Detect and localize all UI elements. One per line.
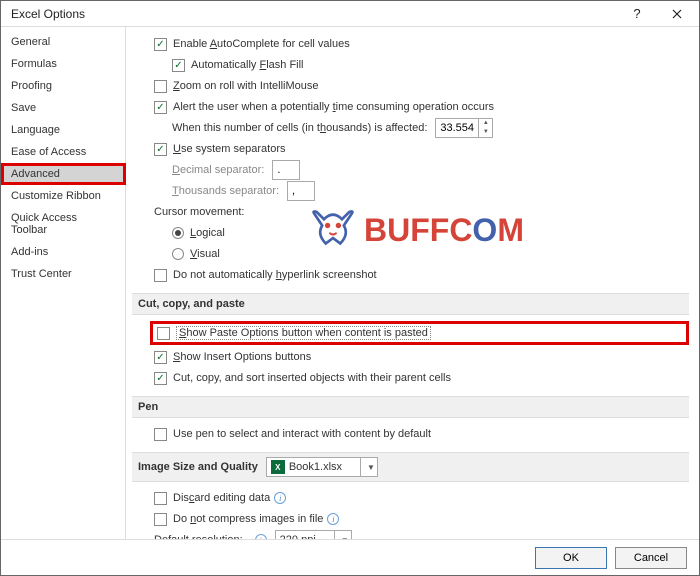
autocomplete-checkbox[interactable]: [154, 38, 167, 51]
sidebar-item-formulas[interactable]: Formulas: [1, 53, 125, 75]
ok-button[interactable]: OK: [535, 547, 607, 569]
spin-up-icon[interactable]: ▲: [479, 119, 492, 128]
sidebar-item-general[interactable]: General: [1, 31, 125, 53]
opt-autocomplete: Enable AutoComplete for cell values: [136, 34, 689, 54]
dialog-body: General Formulas Proofing Save Language …: [1, 27, 699, 539]
opt-discard-editing: Discard editing data i: [136, 488, 689, 508]
info-icon[interactable]: i: [255, 534, 267, 539]
default-resolution-combo[interactable]: 220 ppi ▼: [275, 530, 352, 539]
sys-separators-checkbox[interactable]: [154, 143, 167, 156]
decimal-sep-input[interactable]: [272, 160, 300, 180]
cursor-logical-label: Logical: [190, 227, 225, 239]
section-pen: Pen: [132, 396, 689, 418]
flash-fill-label: Automatically Flash Fill: [191, 59, 304, 71]
chevron-down-icon: ▼: [334, 531, 349, 539]
show-paste-options-label: Show Paste Options button when content i…: [176, 326, 431, 340]
image-workbook-value: Book1.xlsx: [289, 461, 342, 473]
cursor-visual-radio[interactable]: [172, 248, 184, 260]
sidebar-item-add-ins[interactable]: Add-ins: [1, 241, 125, 263]
sidebar-item-language[interactable]: Language: [1, 119, 125, 141]
thousands-sep-input[interactable]: [287, 181, 315, 201]
opt-sys-separators: Use system separators: [136, 139, 689, 159]
sidebar-item-trust-center[interactable]: Trust Center: [1, 263, 125, 285]
content-pane[interactable]: BUFFCOM Enable AutoComplete for cell val…: [126, 27, 699, 539]
cut-objects-checkbox[interactable]: [154, 372, 167, 385]
cancel-button[interactable]: Cancel: [615, 547, 687, 569]
discard-editing-checkbox[interactable]: [154, 492, 167, 505]
sidebar-item-quick-access-toolbar[interactable]: Quick Access Toolbar: [1, 207, 125, 241]
opt-decimal-separator: Decimal separator:: [136, 160, 689, 180]
discard-editing-label: Discard editing data: [173, 492, 270, 504]
cursor-logical-radio[interactable]: [172, 227, 184, 239]
section-cut-copy-paste: Cut, copy, and paste: [132, 293, 689, 315]
cut-objects-label: Cut, copy, and sort inserted objects wit…: [173, 372, 451, 384]
info-icon[interactable]: i: [274, 492, 286, 504]
no-compress-checkbox[interactable]: [154, 513, 167, 526]
opt-cursor-logical: Logical: [136, 223, 689, 243]
spin-down-icon[interactable]: ▼: [479, 128, 492, 137]
use-pen-checkbox[interactable]: [154, 428, 167, 441]
opt-zoom: Zoom on roll with IntelliMouse: [136, 76, 689, 96]
opt-alert: Alert the user when a potentially time c…: [136, 97, 689, 117]
opt-cut-copy-objects: Cut, copy, and sort inserted objects wit…: [136, 368, 689, 388]
close-icon: [672, 9, 682, 19]
alert-checkbox[interactable]: [154, 101, 167, 114]
opt-default-resolution: Default resolution: i 220 ppi ▼: [136, 530, 689, 539]
show-insert-options-label: Show Insert Options buttons: [173, 351, 311, 363]
sys-separators-label: Use system separators: [173, 143, 286, 155]
default-resolution-value: 220 ppi: [280, 534, 316, 539]
show-paste-options-checkbox[interactable]: [157, 327, 170, 340]
thousands-sep-label: Thousands separator:: [172, 185, 279, 197]
cells-affected-spinner[interactable]: ▲▼: [435, 118, 493, 138]
show-insert-options-checkbox[interactable]: [154, 351, 167, 364]
no-compress-label: Do not compress images in file: [173, 513, 323, 525]
zoom-label: Zoom on roll with IntelliMouse: [173, 80, 319, 92]
sidebar-item-ease-of-access[interactable]: Ease of Access: [1, 141, 125, 163]
opt-show-insert-options: Show Insert Options buttons: [136, 347, 689, 367]
close-button[interactable]: [657, 1, 697, 27]
sidebar-item-advanced[interactable]: Advanced: [1, 163, 126, 185]
titlebar: Excel Options ?: [1, 1, 699, 27]
cursor-movement-label: Cursor movement:: [136, 202, 689, 222]
cells-affected-input[interactable]: [436, 119, 478, 137]
decimal-sep-label: Decimal separator:: [172, 164, 264, 176]
cells-affected-label: When this number of cells (in thousands)…: [172, 122, 427, 134]
help-button[interactable]: ?: [617, 1, 657, 27]
opt-no-compress: Do not compress images in file i: [136, 509, 689, 529]
dialog-footer: OK Cancel: [1, 539, 699, 575]
cursor-visual-label: Visual: [190, 248, 220, 260]
opt-thousands-separator: Thousands separator:: [136, 181, 689, 201]
zoom-checkbox[interactable]: [154, 80, 167, 93]
excel-file-icon: X: [271, 460, 285, 474]
sidebar-item-save[interactable]: Save: [1, 97, 125, 119]
autocomplete-label: Enable AutoComplete for cell values: [173, 38, 350, 50]
hyperlink-checkbox[interactable]: [154, 269, 167, 282]
chevron-down-icon: ▼: [360, 458, 375, 476]
excel-options-dialog: Excel Options ? General Formulas Proofin…: [0, 0, 700, 576]
use-pen-label: Use pen to select and interact with cont…: [173, 428, 431, 440]
image-workbook-combo[interactable]: X Book1.xlsx ▼: [266, 457, 378, 477]
section-image-size-quality: Image Size and Quality X Book1.xlsx ▼: [132, 452, 689, 482]
hyperlink-label: Do not automatically hyperlink screensho…: [173, 269, 377, 281]
opt-hyperlink-screenshot: Do not automatically hyperlink screensho…: [136, 265, 689, 285]
flash-fill-checkbox[interactable]: [172, 59, 185, 72]
alert-label: Alert the user when a potentially time c…: [173, 101, 494, 113]
opt-show-paste-options: Show Paste Options button when content i…: [150, 321, 689, 345]
opt-cells-affected: When this number of cells (in thousands)…: [136, 118, 689, 138]
opt-use-pen: Use pen to select and interact with cont…: [136, 424, 689, 444]
dialog-title: Excel Options: [11, 7, 617, 21]
opt-cursor-visual: Visual: [136, 244, 689, 264]
sidebar-item-customize-ribbon[interactable]: Customize Ribbon: [1, 185, 125, 207]
default-resolution-label: Default resolution:: [154, 534, 243, 539]
opt-flash-fill: Automatically Flash Fill: [136, 55, 689, 75]
sidebar-item-proofing[interactable]: Proofing: [1, 75, 125, 97]
info-icon[interactable]: i: [327, 513, 339, 525]
sidebar: General Formulas Proofing Save Language …: [1, 27, 126, 539]
